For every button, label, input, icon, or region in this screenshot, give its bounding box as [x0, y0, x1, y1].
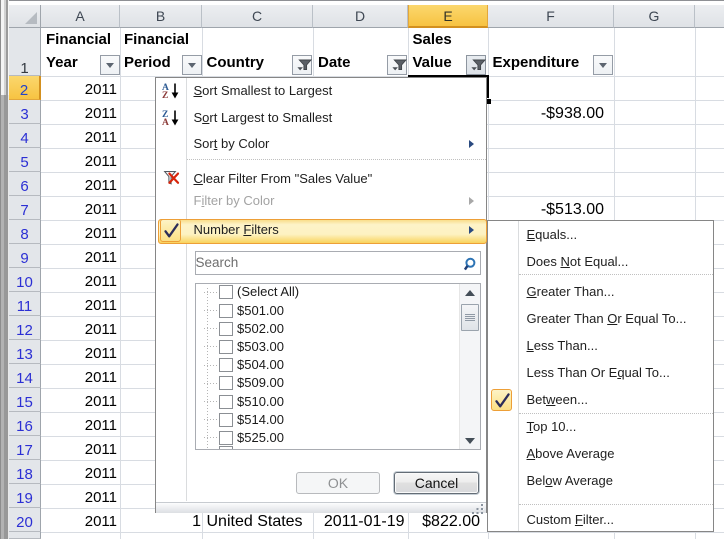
svg-text:Z: Z — [162, 91, 168, 100]
svg-text:A: A — [162, 118, 169, 127]
